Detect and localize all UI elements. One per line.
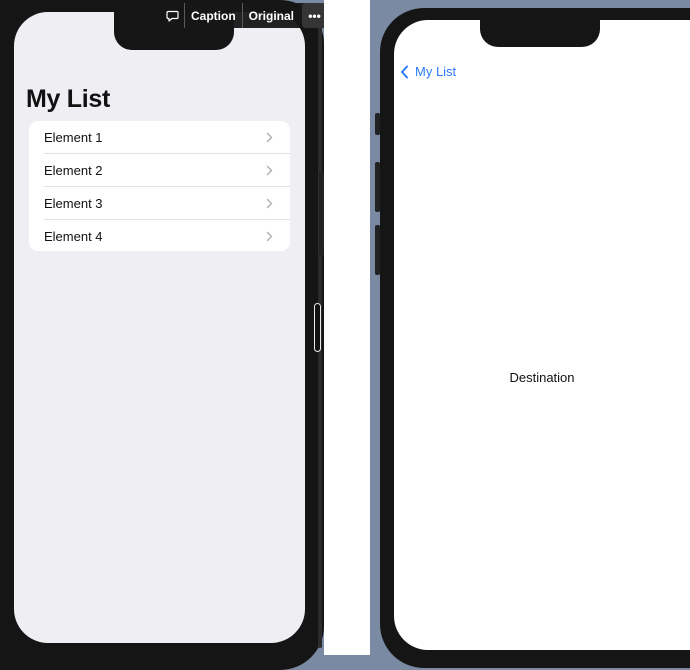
back-button-label: My List [415,64,457,79]
list-item-element-2[interactable]: Element 2 [29,154,290,187]
page-title: My List [26,85,111,113]
overlay-toolbar: Caption Original ••• [160,3,328,28]
comment-button[interactable] [160,3,184,28]
right-phone-side-button [375,113,380,135]
list-item-label: Element 4 [44,229,103,244]
list-item-element-1[interactable]: Element 1 [29,121,290,154]
list-item-label: Element 3 [44,196,103,211]
chevron-right-icon [266,198,273,209]
chevron-right-icon [266,231,273,242]
destination-label: Destination [509,370,575,385]
list-item-label: Element 2 [44,163,103,178]
scroll-handle[interactable] [314,303,321,352]
chevron-left-icon [401,65,408,78]
list-card: Element 1 Element 2 Element 3 Element 4 [29,121,290,251]
chevron-right-icon [266,132,273,143]
destination-screen: My List Destination [394,20,690,650]
chevron-right-icon [266,165,273,176]
list-item-element-4[interactable]: Element 4 [29,220,290,251]
right-phone-side-button [375,162,380,212]
back-button[interactable]: My List [400,64,456,79]
more-icon: ••• [308,8,321,23]
separator-gap [324,0,370,655]
list-item-label: Element 1 [44,130,103,145]
caption-button[interactable]: Caption [185,3,242,28]
right-phone-side-button [375,225,380,275]
comment-icon [165,10,179,22]
right-phone-notch [480,20,600,47]
list-screen: My List Element 1 Element 2 Element 3 El… [14,12,305,643]
list-item-element-3[interactable]: Element 3 [29,187,290,220]
original-button[interactable]: Original [243,3,300,28]
